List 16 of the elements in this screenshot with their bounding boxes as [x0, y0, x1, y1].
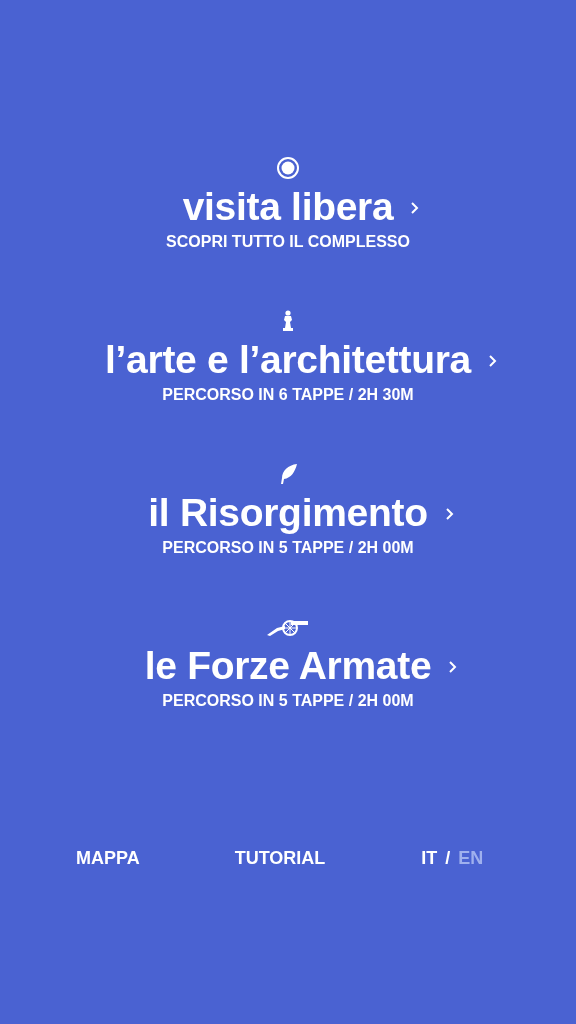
route-title[interactable]: visita libera [182, 185, 394, 228]
route-subtitle: PERCORSO IN 5 TAPPE / 2H 00M [162, 538, 414, 558]
route-subtitle: SCOPRI TUTTO IL COMPLESSO [166, 232, 410, 252]
chevron-icon [444, 507, 454, 521]
chevron-icon [487, 354, 497, 368]
route-subtitle: PERCORSO IN 5 TAPPE / 2H 00M [162, 691, 414, 711]
chevron-icon [410, 201, 420, 215]
chevron-icon [448, 660, 458, 674]
nav-link[interactable]: TUTORIAL [234, 848, 326, 869]
route-title[interactable]: il Risorgimento [148, 491, 428, 534]
language-separator: / [445, 848, 451, 869]
route-subtitle: PERCORSO IN 6 TAPPE / 2H 30M [162, 385, 414, 405]
route-title[interactable]: l’arte e l’architettura [105, 338, 471, 381]
route-title[interactable]: le Forze Armate [144, 644, 432, 687]
language-option[interactable]: IT [421, 848, 438, 869]
nav-link[interactable]: MAPPA [76, 848, 140, 869]
